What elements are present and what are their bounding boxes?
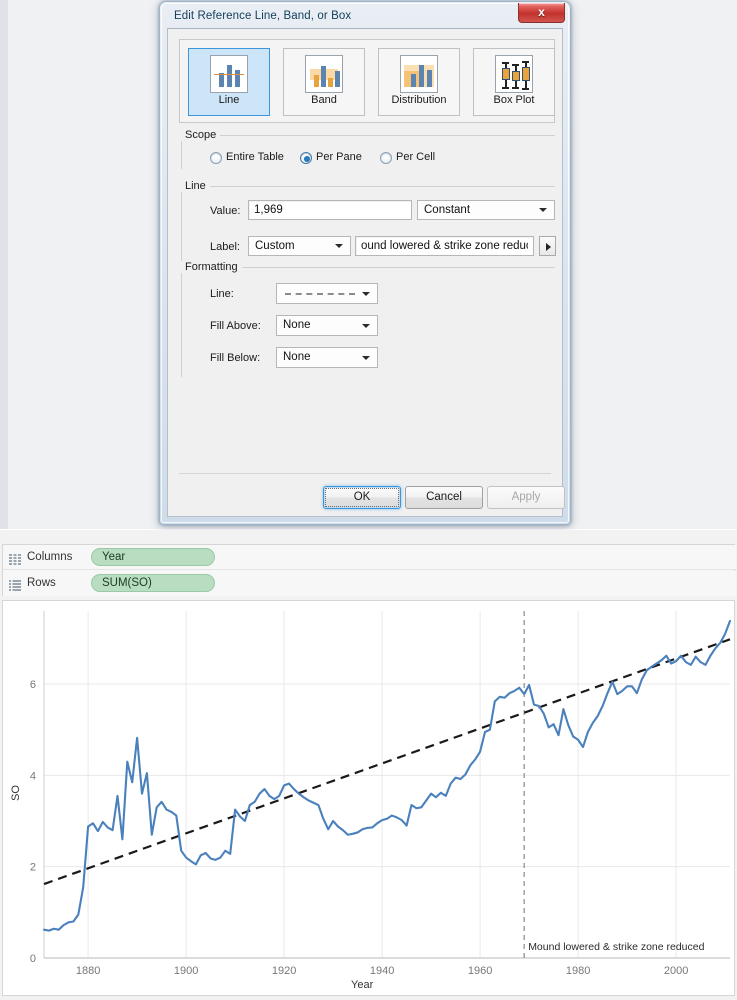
dialog-titlebar[interactable]: Edit Reference Line, Band, or Box x bbox=[163, 3, 567, 30]
fill-below-label: Fill Below: bbox=[210, 352, 261, 364]
type-tile-distribution[interactable]: Distribution bbox=[378, 48, 460, 116]
svg-text:2000: 2000 bbox=[664, 965, 688, 977]
pill-year[interactable]: Year bbox=[91, 548, 215, 566]
svg-text:1940: 1940 bbox=[370, 965, 394, 977]
label-mode-value: Custom bbox=[255, 240, 295, 252]
rows-shelf-icon bbox=[9, 578, 21, 591]
svg-text:1980: 1980 bbox=[566, 965, 590, 977]
line-chart: 0 2 4 6 1880 1900 1920 1940 1960 1980 2000 Mound lo… bbox=[30, 611, 732, 977]
fill-above-combo[interactable]: None bbox=[276, 315, 378, 336]
rows-shelf[interactable]: Rows SUM(SO) bbox=[3, 571, 736, 596]
chevron-down-icon bbox=[362, 355, 370, 360]
line-rule-left bbox=[181, 186, 182, 264]
dashed-line-preview-icon bbox=[285, 292, 355, 295]
fill-above-label: Fill Above: bbox=[210, 320, 261, 332]
svg-text:6: 6 bbox=[30, 679, 36, 691]
cancel-button[interactable]: Cancel bbox=[405, 486, 483, 509]
reference-distribution-icon bbox=[400, 55, 438, 93]
value-type-value: Constant bbox=[424, 204, 471, 216]
line-legend: Line bbox=[181, 180, 210, 192]
svg-text:1960: 1960 bbox=[468, 965, 492, 977]
label-mode-combo[interactable]: Custom bbox=[248, 236, 351, 256]
close-icon[interactable]: x bbox=[518, 3, 565, 23]
type-tile-distribution-label: Distribution bbox=[391, 94, 447, 106]
columns-shelf-icon bbox=[9, 552, 21, 565]
type-tile-box-plot[interactable]: Box Plot bbox=[473, 48, 555, 116]
radio-dot bbox=[210, 152, 222, 164]
fill-above-value: None bbox=[283, 319, 311, 331]
reference-type-group: Line Band Distribution Box Plot bbox=[179, 39, 555, 123]
line-rule bbox=[181, 186, 555, 187]
label-text-input[interactable] bbox=[355, 236, 534, 256]
ok-button[interactable]: OK bbox=[323, 486, 401, 509]
apply-button-label: Apply bbox=[511, 491, 541, 503]
svg-text:0: 0 bbox=[30, 953, 36, 965]
svg-text:4: 4 bbox=[30, 770, 36, 782]
pill-sum-so[interactable]: SUM(SO) bbox=[91, 574, 215, 592]
columns-shelf[interactable]: Columns Year bbox=[3, 545, 736, 570]
edit-reference-line-dialog: Edit Reference Line, Band, or Box x Line bbox=[159, 1, 571, 525]
pill-year-label: Year bbox=[102, 551, 126, 563]
chevron-down-icon bbox=[362, 323, 370, 328]
line-style-combo[interactable] bbox=[276, 283, 378, 304]
columns-shelf-label: Columns bbox=[27, 551, 73, 563]
svg-text:1920: 1920 bbox=[272, 965, 296, 977]
svg-text:1900: 1900 bbox=[174, 965, 198, 977]
value-input[interactable] bbox=[248, 200, 412, 220]
type-tile-box-plot-label: Box Plot bbox=[493, 94, 535, 106]
scope-radio-per-cell-label: Per Cell bbox=[396, 151, 436, 163]
type-tile-line-label: Line bbox=[218, 94, 240, 106]
fill-below-value: None bbox=[283, 351, 311, 363]
x-axis-title: Year bbox=[351, 979, 374, 991]
play-arrow-icon[interactable] bbox=[539, 236, 556, 256]
chevron-down-icon bbox=[362, 291, 370, 296]
pill-sum-so-label: SUM(SO) bbox=[102, 577, 152, 589]
tableau-worksheet: Columns Year Rows SUM(SO) 0 2 4 6 1880 1… bbox=[0, 530, 737, 1000]
rows-shelf-label: Rows bbox=[27, 577, 56, 589]
dialog-body: Line Band Distribution Box Plot Scope En… bbox=[167, 28, 565, 517]
chevron-down-icon bbox=[335, 244, 343, 248]
formatting-rule-left bbox=[181, 267, 182, 377]
type-tile-band[interactable]: Band bbox=[283, 48, 365, 116]
background-left-pane bbox=[0, 0, 8, 529]
y-axis-title: SO bbox=[10, 785, 22, 801]
scope-radio-entire-table-label: Entire Table bbox=[226, 151, 284, 163]
type-tile-line[interactable]: Line bbox=[188, 48, 270, 116]
ok-button-label: OK bbox=[353, 491, 371, 503]
svg-text:2: 2 bbox=[30, 862, 36, 874]
chevron-down-icon bbox=[539, 208, 547, 212]
visualization-card[interactable]: 0 2 4 6 1880 1900 1920 1940 1960 1980 2000 Mound lo… bbox=[2, 600, 735, 996]
scope-legend: Scope bbox=[181, 129, 221, 141]
reference-band-icon bbox=[305, 55, 343, 93]
value-type-combo[interactable]: Constant bbox=[417, 200, 555, 220]
fill-below-combo[interactable]: None bbox=[276, 347, 378, 368]
type-tile-band-label: Band bbox=[311, 94, 337, 106]
line-style-label: Line: bbox=[210, 288, 234, 300]
value-label: Value: bbox=[210, 205, 241, 217]
label-label: Label: bbox=[210, 241, 240, 253]
shelf-area: Columns Year Rows SUM(SO) bbox=[2, 544, 736, 596]
dialog-title: Edit Reference Line, Band, or Box bbox=[174, 10, 352, 22]
reference-line-icon bbox=[210, 55, 248, 93]
footer-divider bbox=[179, 473, 551, 474]
radio-dot bbox=[380, 152, 392, 164]
scope-rule bbox=[181, 135, 555, 136]
reference-boxplot-icon bbox=[495, 55, 533, 93]
formatting-legend: Formatting bbox=[181, 261, 242, 273]
cancel-button-label: Cancel bbox=[426, 491, 462, 503]
scope-radio-per-pane-label: Per Pane bbox=[316, 151, 362, 163]
radio-dot bbox=[300, 152, 312, 164]
svg-text:1880: 1880 bbox=[76, 965, 100, 977]
svg-text:Mound lowered & strike zone re: Mound lowered & strike zone reduced bbox=[528, 941, 704, 953]
apply-button: Apply bbox=[487, 486, 565, 509]
